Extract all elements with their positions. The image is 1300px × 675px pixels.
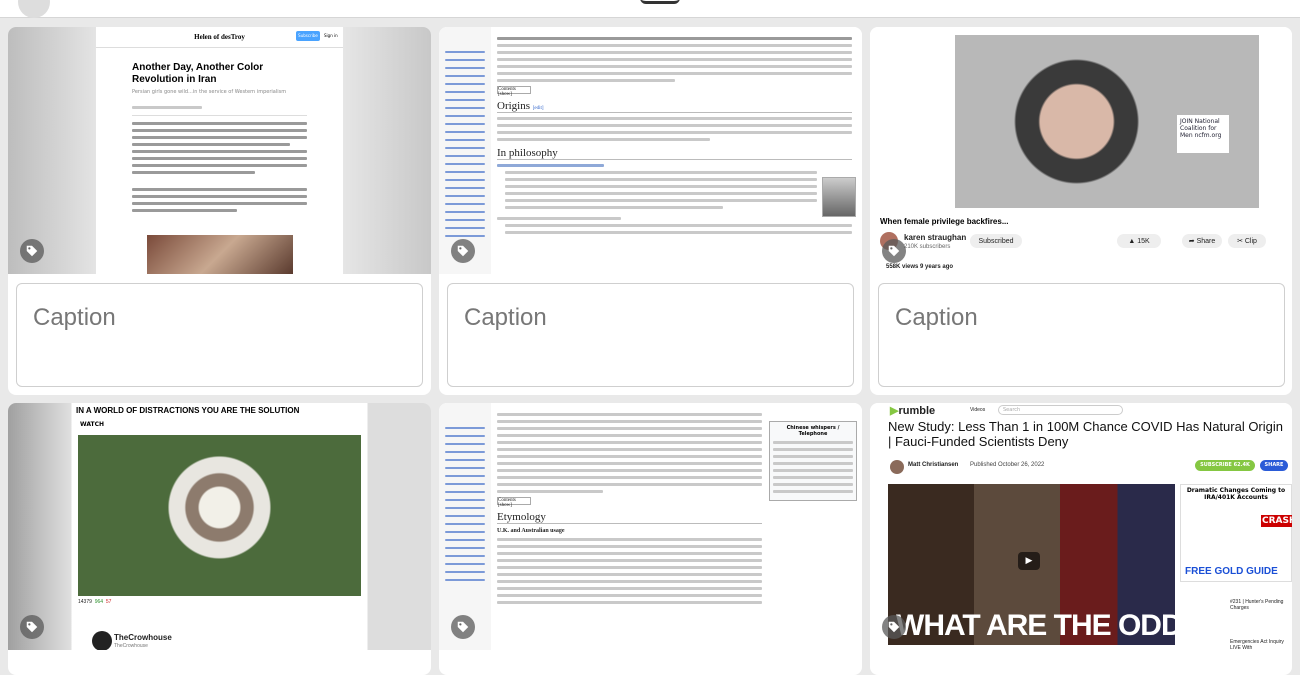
subscriber-count: 210K subscribers — [904, 244, 951, 250]
media-card[interactable]: JOIN National Coalition for Men ncfm.org… — [870, 27, 1292, 395]
video-title: When female privilege backfires... — [880, 217, 1009, 226]
caption-input[interactable]: Caption — [16, 283, 423, 387]
video-frame[interactable]: JOIN National Coalition for Men ncfm.org — [955, 35, 1259, 208]
subsection-heading: U.K. and Australian usage — [497, 528, 565, 534]
edit-link[interactable]: [edit] — [533, 106, 544, 111]
subscribed-button[interactable]: Subscribed — [970, 234, 1022, 248]
share-button[interactable]: ➦ Share — [1182, 234, 1222, 248]
publish-date: Published October 26, 2022 — [970, 462, 1045, 468]
clip-button[interactable]: ✂ Clip — [1228, 234, 1266, 248]
watch-tab[interactable]: WATCH — [80, 421, 104, 428]
thumbnail[interactable]: IN A WORLD OF DISTRACTIONS YOU ARE THE S… — [8, 403, 431, 650]
title-fragment — [640, 0, 680, 4]
media-card[interactable]: Contents [show] Origins [edit] In philos… — [439, 27, 862, 395]
tag-icon[interactable] — [451, 239, 475, 263]
tag-icon[interactable] — [451, 615, 475, 639]
video-frame[interactable]: ▶ WHAT ARE THE ODDS? — [888, 484, 1219, 645]
contents-box[interactable]: Contents [show] — [497, 86, 531, 97]
media-card[interactable]: ▶rumble Videos Search New Study: Less Th… — [870, 403, 1292, 675]
share-button[interactable]: SHARE — [1260, 460, 1288, 471]
tag-icon[interactable] — [882, 239, 906, 263]
section-heading: Etymology — [497, 511, 762, 524]
headline: Another Day, Another Color Revolution in… — [132, 62, 264, 85]
thumbs-up-icon: ▲ — [1128, 237, 1138, 245]
ad-title: Dramatic Changes Coming to IRA/401K Acco… — [1186, 487, 1286, 501]
thumbnail[interactable]: Contents [show] Origins [edit] In philos… — [439, 27, 862, 274]
video-overlay-text: WHAT ARE THE ODDS? — [896, 609, 1219, 642]
section-heading: Origins — [497, 100, 530, 112]
ad-word: CRASH — [1261, 515, 1292, 527]
section-heading: In philosophy — [497, 147, 558, 159]
shirt-text: JOIN National Coalition for Men ncfm.org — [1177, 115, 1229, 153]
ad-panel[interactable]: Dramatic Changes Coming to IRA/401K Acco… — [1180, 484, 1292, 582]
user-handle: TheCrowhouse — [114, 643, 148, 649]
avatar[interactable] — [18, 0, 50, 18]
tag-icon[interactable] — [20, 239, 44, 263]
video-frame[interactable] — [78, 435, 361, 596]
media-card[interactable]: Contents [show] Etymology U.K. and Austr… — [439, 403, 862, 675]
article-image — [147, 235, 293, 274]
subscribe-button[interactable]: Subscribe — [296, 31, 320, 41]
rumble-logo: ▶rumble — [890, 405, 936, 417]
signin-link[interactable]: Sign in — [324, 31, 338, 41]
view-count: 558K views 9 years ago — [886, 264, 954, 270]
caption-input[interactable]: Caption — [878, 283, 1285, 387]
subscribe-button[interactable]: SUBSCRIBE 62.4K — [1195, 460, 1255, 471]
infobox: Chinese whispers / Telephone — [769, 421, 857, 501]
ad-cta[interactable]: FREE GOLD GUIDE — [1185, 566, 1278, 577]
avatar[interactable] — [92, 631, 112, 650]
tag-icon[interactable] — [20, 615, 44, 639]
subtitle: Persian girls gone wild...in the service… — [132, 89, 287, 95]
tag-icon[interactable] — [882, 615, 906, 639]
banner-text: IN A WORLD OF DISTRACTIONS YOU ARE THE S… — [76, 406, 300, 415]
scissors-icon: ✂ — [1237, 238, 1245, 245]
media-card[interactable]: IN A WORLD OF DISTRACTIONS YOU ARE THE S… — [8, 403, 431, 675]
avatar[interactable] — [890, 460, 904, 474]
media-card[interactable]: Helen of desTroy Subscribe Sign in Anoth… — [8, 27, 431, 395]
thumbnail[interactable]: Contents [show] Etymology U.K. and Austr… — [439, 403, 862, 650]
like-button[interactable]: ▲ 15K — [1117, 234, 1161, 248]
search-input[interactable]: Search — [998, 405, 1123, 415]
thumbnail[interactable]: Helen of desTroy Subscribe Sign in Anoth… — [8, 27, 431, 274]
caption-input[interactable]: Caption — [447, 283, 854, 387]
author-name[interactable]: Matt Christiansen — [908, 462, 958, 468]
related-video[interactable]: #231 | Hunter's Pending Charges — [1230, 599, 1290, 611]
top-bar — [0, 0, 1300, 18]
infobox-title: Chinese whispers / Telephone — [786, 425, 840, 437]
portrait-image — [822, 177, 856, 217]
related-video[interactable]: Emergencies Act Inquiry LIVE With — [1230, 639, 1290, 650]
channel-name[interactable]: karen straughan — [904, 233, 966, 242]
share-icon: ➦ — [1188, 238, 1197, 245]
user-name[interactable]: TheCrowhouse — [114, 633, 172, 642]
video-title: New Study: Less Than 1 in 100M Chance CO… — [888, 419, 1283, 449]
play-icon[interactable]: ▶ — [1018, 552, 1040, 570]
videos-menu[interactable]: Videos — [970, 407, 985, 413]
thumbnail[interactable]: JOIN National Coalition for Men ncfm.org… — [870, 27, 1292, 274]
stats: 14379 964 57 — [78, 599, 112, 605]
thumbnail[interactable]: ▶rumble Videos Search New Study: Less Th… — [870, 403, 1292, 650]
contents-box[interactable]: Contents [show] — [497, 497, 531, 508]
